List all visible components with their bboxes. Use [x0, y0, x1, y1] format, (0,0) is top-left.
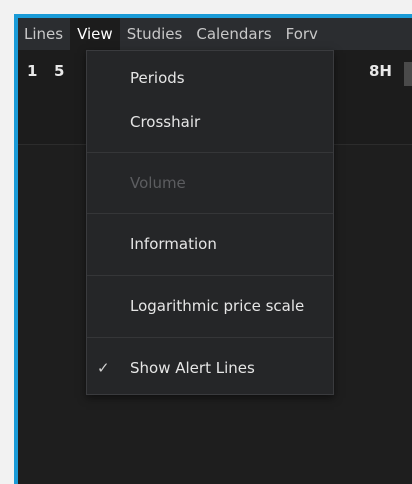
menu-view[interactable]: View [70, 18, 120, 50]
menu-item-periods[interactable]: Periods [87, 63, 333, 93]
menu-bar: Lines View Studies Calendars Forv [18, 18, 412, 50]
menu-forward[interactable]: Forv [279, 18, 325, 50]
period-5-button[interactable]: 5 [54, 62, 64, 80]
checkmark-icon: ✓ [97, 359, 110, 377]
view-menu-dropdown: Periods Crosshair Volume Information Log… [86, 50, 334, 395]
menu-item-volume: Volume [130, 174, 186, 192]
menu-separator [87, 337, 333, 338]
menu-lines[interactable]: Lines [18, 18, 70, 50]
menu-calendars[interactable]: Calendars [189, 18, 278, 50]
menu-separator [87, 275, 333, 276]
menu-item-crosshair[interactable]: Crosshair [87, 107, 333, 137]
menu-item-log-scale[interactable]: Logarithmic price scale [87, 291, 333, 321]
menu-studies[interactable]: Studies [120, 18, 190, 50]
period-8h-button[interactable]: 8H [369, 62, 392, 80]
menu-item-show-alert-lines[interactable]: ✓ Show Alert Lines [87, 353, 333, 383]
period-selected-indicator[interactable] [404, 62, 412, 86]
menu-separator [87, 213, 333, 214]
menu-item-information[interactable]: Information [87, 229, 333, 259]
period-1-button[interactable]: 1 [27, 62, 37, 80]
menu-separator [87, 152, 333, 153]
show-alert-lines-label: Show Alert Lines [130, 359, 255, 377]
